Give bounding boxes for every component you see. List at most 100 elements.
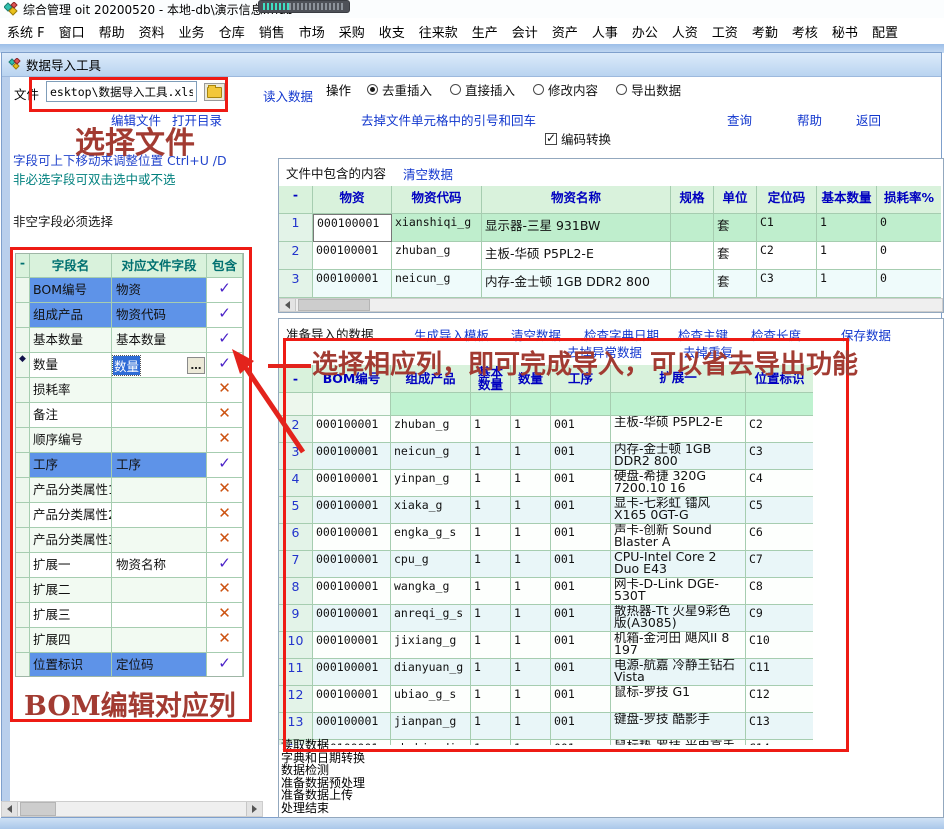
base-qty-cell[interactable]: 1 — [471, 551, 511, 578]
field-name-cell[interactable]: 备注 — [30, 403, 112, 428]
field-name-cell[interactable]: 位置标识 — [30, 653, 112, 677]
included-mark-icon[interactable] — [218, 554, 231, 572]
row-number-cell[interactable]: 5 — [279, 497, 313, 524]
included-cell[interactable] — [207, 303, 243, 328]
import-action-link[interactable]: 保存数据 — [841, 325, 891, 344]
file-field-value[interactable]: 工序 — [115, 457, 142, 472]
component-cell[interactable]: xiaka_g — [391, 497, 471, 524]
row-marker-cell[interactable] — [16, 578, 30, 603]
file-field-cell[interactable]: … — [112, 428, 207, 453]
component-cell[interactable]: jixiang_g — [391, 632, 471, 659]
included-mark-icon[interactable] — [218, 454, 231, 472]
back-link[interactable]: 返回 — [856, 110, 881, 129]
location-cell[interactable]: C11 — [746, 659, 813, 686]
operation-radio[interactable]: 去重插入 — [367, 80, 432, 99]
qty-cell[interactable]: 1 — [511, 551, 551, 578]
bom-number-cell[interactable]: 000100001 — [313, 497, 391, 524]
included-mark-icon[interactable] — [218, 604, 231, 622]
row-marker-cell[interactable] — [16, 503, 30, 528]
table-row[interactable]: ◆ 数量 数量… — [16, 353, 243, 378]
bom-number-cell[interactable]: 000100001 — [313, 551, 391, 578]
included-cell[interactable] — [207, 653, 243, 677]
table-row[interactable]: 顺序编号 … — [16, 428, 243, 453]
included-mark-icon[interactable] — [218, 529, 231, 547]
table-row[interactable]: 4 000100001 yinpan_g 1 1 001 硬盘-希捷 320G … — [279, 470, 813, 497]
unit-cell[interactable]: 套 — [714, 214, 757, 242]
component-cell[interactable]: ubiao_g_s — [391, 686, 471, 713]
table-row[interactable]: 扩展三 … — [16, 603, 243, 628]
material-cell[interactable]: 000100001 — [313, 214, 392, 242]
included-cell[interactable] — [207, 328, 243, 353]
table-row[interactable]: 产品分类属性3 … — [16, 528, 243, 553]
qty-cell[interactable]: 1 — [511, 470, 551, 497]
table-row[interactable]: 12 000100001 ubiao_g_s 1 1 001 鼠标-罗技 G1 … — [279, 686, 813, 713]
included-mark-icon[interactable] — [218, 379, 231, 397]
row-marker-cell[interactable] — [16, 428, 30, 453]
query-link[interactable]: 查询 — [727, 110, 752, 129]
table-row[interactable]: 基本数量 基本数量… — [16, 328, 243, 353]
col-header[interactable]: 物资 — [313, 186, 392, 214]
material-code-cell[interactable]: xianshiqi_g — [392, 214, 482, 242]
row-marker-cell[interactable] — [16, 528, 30, 553]
file-field-cell[interactable]: … — [112, 478, 207, 503]
process-cell[interactable]: 001 — [551, 578, 611, 605]
scrollbar-thumb[interactable] — [20, 802, 56, 815]
field-name-cell[interactable]: 数量 — [30, 353, 112, 378]
table-row[interactable]: 2 000100001 zhuban_g 1 1 001 主板-华硕 P5PL2… — [279, 416, 813, 443]
location-cell[interactable]: C1 — [757, 214, 817, 242]
field-name-cell[interactable]: 损耗率 — [30, 378, 112, 403]
file-field-value[interactable] — [115, 379, 117, 394]
file-field-cell[interactable]: … — [112, 528, 207, 553]
col-header[interactable]: 数量 — [511, 365, 551, 393]
file-field-value[interactable] — [115, 579, 117, 594]
menu-item[interactable]: 资产 — [545, 22, 585, 41]
file-field-cell[interactable]: … — [112, 378, 207, 403]
row-number-cell[interactable]: 3 — [279, 443, 313, 470]
table-row[interactable]: 工序 工序… — [16, 453, 243, 478]
open-dir-link[interactable]: 打开目录 — [172, 110, 222, 129]
scroll-right-icon[interactable] — [246, 802, 262, 816]
included-mark-icon[interactable] — [218, 304, 231, 322]
filter-cell[interactable] — [471, 393, 511, 416]
included-mark-icon[interactable] — [218, 429, 231, 447]
included-cell[interactable] — [207, 628, 243, 653]
included-cell[interactable] — [207, 278, 243, 303]
qty-cell[interactable]: 1 — [511, 524, 551, 551]
location-cell[interactable]: C2 — [746, 416, 813, 443]
bom-number-cell[interactable]: 000100001 — [313, 659, 391, 686]
encoding-checkbox-row[interactable]: 编码转换 — [545, 129, 611, 148]
file-field-value[interactable] — [115, 429, 117, 444]
base-qty-cell[interactable]: 1 — [817, 270, 877, 298]
component-cell[interactable]: wangka_g — [391, 578, 471, 605]
menu-item[interactable]: 仓库 — [212, 22, 252, 41]
row-number-cell[interactable]: 8 — [279, 578, 313, 605]
help-link[interactable]: 帮助 — [797, 110, 822, 129]
included-mark-icon[interactable] — [218, 404, 231, 422]
material-code-cell[interactable]: zhuban_g — [392, 242, 482, 270]
menu-item[interactable]: 考勤 — [745, 22, 785, 41]
col-header[interactable]: 位置标识 — [746, 365, 813, 393]
file-field-cell[interactable]: 物资… — [112, 278, 207, 303]
component-cell[interactable]: yinpan_g — [391, 470, 471, 497]
col-header[interactable]: 组成产品 — [391, 365, 471, 393]
base-qty-cell[interactable]: 1 — [817, 242, 877, 270]
included-cell[interactable] — [207, 378, 243, 403]
field-name-cell[interactable]: 扩展一 — [30, 553, 112, 578]
included-cell[interactable] — [207, 578, 243, 603]
menu-item[interactable]: 收支 — [372, 22, 412, 41]
file-path-input[interactable] — [46, 81, 197, 102]
row-marker-cell[interactable]: ◆ — [16, 353, 30, 378]
base-qty-cell[interactable]: 1 — [471, 632, 511, 659]
file-field-value[interactable] — [115, 529, 117, 544]
menu-item[interactable]: 考核 — [785, 22, 825, 41]
location-cell[interactable]: C4 — [746, 470, 813, 497]
location-cell[interactable]: C2 — [757, 242, 817, 270]
table-row[interactable]: 3 000100001 neicun_g 内存-金士顿 1GB DDR2 800… — [279, 270, 943, 298]
process-cell[interactable]: 001 — [551, 659, 611, 686]
table-row[interactable]: 13 000100001 jianpan_g 1 1 001 键盘-罗技 酷影手… — [279, 713, 813, 740]
menu-item[interactable]: 资料 — [132, 22, 172, 41]
bom-number-cell[interactable]: 000100001 — [313, 524, 391, 551]
field-name-cell[interactable]: 产品分类属性2 — [30, 503, 112, 528]
file-field-value[interactable]: 数量 — [113, 356, 140, 375]
row-number-cell[interactable]: 4 — [279, 470, 313, 497]
